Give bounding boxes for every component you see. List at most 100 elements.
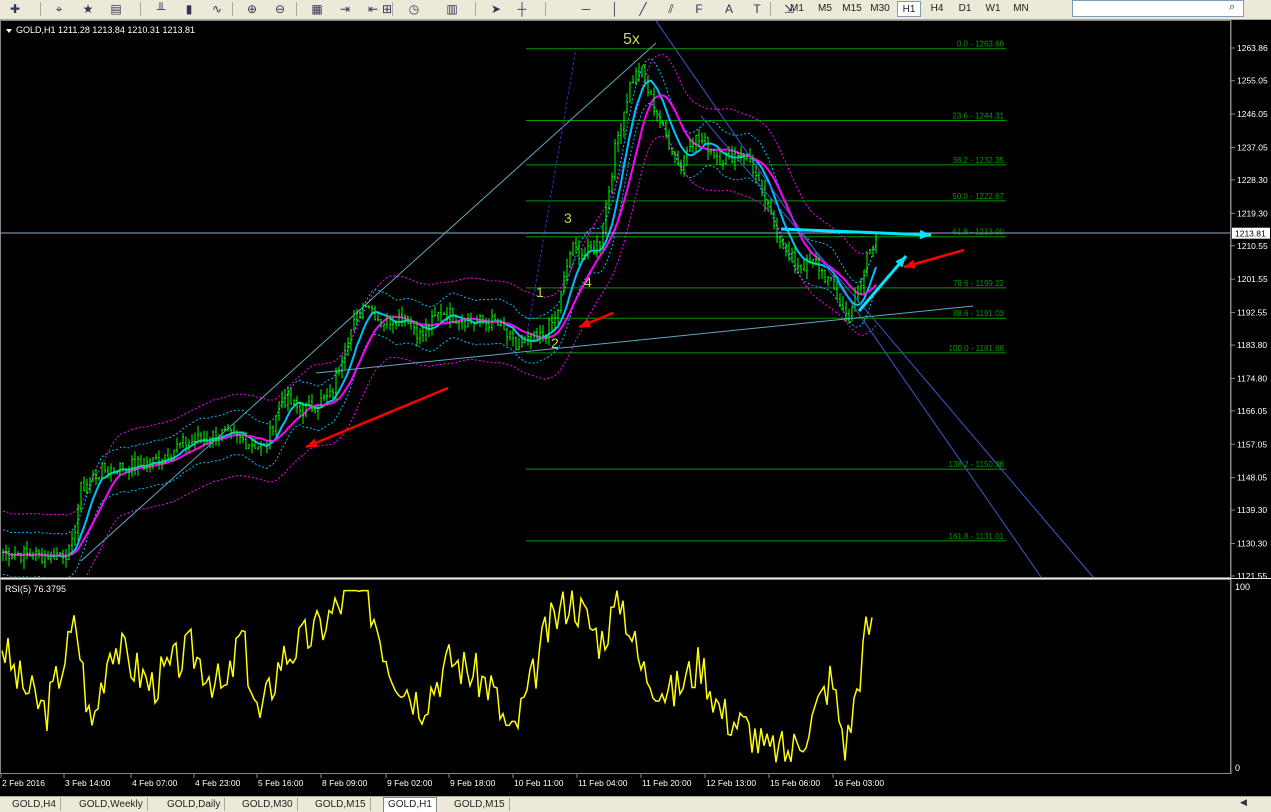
channel-line-1 (655, 21, 1042, 577)
autoscroll-icon[interactable]: ⇥ (336, 1, 354, 17)
rsi-canvas: RSI(5) 76.3795 (1, 584, 873, 763)
timeframe-d1[interactable]: D1 (953, 1, 977, 17)
timeframe-m30[interactable]: M30 (868, 1, 892, 17)
book-icon[interactable]: ▤ (107, 1, 125, 17)
channel-icon[interactable]: ⫽ (662, 1, 680, 17)
fib-level-label: 38.2 - 1232.35 (952, 156, 1004, 165)
search-input[interactable] (1072, 0, 1244, 17)
fib-level-label: 78.6 - 1199.22 (953, 279, 1005, 288)
red-arrow-1-head (306, 438, 318, 448)
cyan-arrow-1-head (919, 229, 931, 240)
price-label: 1121.55 (1237, 571, 1267, 578)
search-icon[interactable]: ⌕ (1229, 1, 1235, 14)
new-order-icon[interactable]: ✚ (6, 1, 24, 17)
timeframe-m15[interactable]: M15 (840, 1, 864, 17)
fib-level-label: 88.6 - 1191.03 (953, 309, 1005, 318)
chart-tab[interactable]: GOLD,M15 (450, 798, 510, 811)
price-label: 1219.30 (1237, 208, 1268, 218)
time-label: 9 Feb 02:00 (387, 778, 433, 788)
timeframe-h1[interactable]: H1 (897, 1, 921, 17)
price-label: 1263.86 (1237, 43, 1268, 53)
timeframe-w1[interactable]: W1 (981, 1, 1005, 17)
tile-icon[interactable]: ▦ (308, 1, 326, 17)
template-icon[interactable]: ▥ (443, 1, 461, 17)
crosshair-icon[interactable]: ⌖ (50, 1, 68, 17)
time-label: 11 Feb 04:00 (578, 778, 628, 788)
trendline-up (80, 42, 657, 562)
bollinger-band-lower-slow (85, 135, 877, 577)
price-chart[interactable]: GOLD,H1 1211.28 1213.84 1210.31 1213.81 … (0, 20, 1231, 578)
wave-label: 2 (551, 335, 559, 351)
chart-tab[interactable]: GOLD,H4 (8, 798, 61, 811)
rsi-indicator-window[interactable]: RSI(5) 76.3795 (0, 579, 1231, 774)
price-label: 1237.05 (1237, 142, 1268, 152)
price-label: 1130.30 (1237, 539, 1267, 549)
price-label: 1148.05 (1237, 473, 1267, 483)
tabs-scroll-arrow-icon[interactable]: ◀ (1240, 797, 1250, 809)
fib-level-label: 100.0 - 1181.68 (949, 344, 1005, 353)
toolbar: ✚ ⌖ ★ ▤ ╨ ▮ ∿ ⊕ ⊖ ▦ ⇥ ⇤ ⊞ ◷ ▥ ➤ ┼ ─ │ ╱ ⫽ F A T ⇲ M1 M5 M15 M30 H1 H4… (0, 0, 1271, 20)
indicators-icon[interactable]: ⊞ (378, 1, 396, 17)
candle-chart-icon[interactable]: ▮ (180, 1, 198, 17)
bollinger-band-upper-fast (2, 57, 877, 535)
price-label: 1255.05 (1237, 76, 1268, 86)
zoom-out-icon[interactable]: ⊖ (271, 1, 289, 17)
price-label: 1157.05 (1237, 439, 1267, 449)
price-label: 1139.30 (1237, 505, 1267, 515)
price-label: 1246.05 (1237, 109, 1268, 119)
chart-header: GOLD,H1 1211.28 1213.84 1210.31 1213.81 (16, 25, 195, 35)
timeframe-m5[interactable]: M5 (813, 1, 837, 17)
time-label: 5 Feb 16:00 (258, 778, 304, 788)
fib-level-label: 50.0 - 1222.67 (952, 192, 1004, 201)
timeframe-h4[interactable]: H4 (925, 1, 949, 17)
time-label: 2 Feb 2016 (2, 778, 45, 788)
wave-label: 4 (584, 274, 592, 290)
price-label: 1192.55 (1237, 308, 1267, 318)
rsi-scale-top: 100 (1235, 582, 1250, 592)
time-label: 15 Feb 06:00 (770, 778, 820, 788)
text-icon[interactable]: A (720, 1, 738, 17)
favorites-icon[interactable]: ★ (79, 1, 97, 17)
red-arrow-2-head (579, 318, 591, 328)
fib-level-label: 0.0 - 1263.66 (957, 40, 1005, 49)
bollinger-band-upper-slow (2, 53, 877, 516)
trendline-icon[interactable]: ╱ (634, 1, 652, 17)
price-label: 1183.80 (1237, 340, 1267, 350)
time-axis: 2 Feb 2016 3 Feb 14:00 4 Feb 07:00 4 Feb 23… (0, 774, 1271, 796)
timeframe-mn[interactable]: MN (1009, 1, 1033, 17)
chart-tab[interactable]: GOLD,M30 (238, 798, 298, 811)
bar-chart-icon[interactable]: ╨ (152, 1, 170, 17)
time-label: 4 Feb 23:00 (195, 778, 241, 788)
label-icon[interactable]: T (748, 1, 766, 17)
hline-icon[interactable]: ─ (577, 1, 595, 17)
price-label: 1174.80 (1237, 373, 1267, 383)
price-scale[interactable]: 1263.86 1255.05 1246.05 1237.05 1228.30 1219.… (1231, 20, 1271, 578)
current-price-label: 1213.81 (1235, 229, 1266, 239)
zoom-in-icon[interactable]: ⊕ (243, 1, 261, 17)
price-label: 1166.05 (1237, 406, 1267, 416)
fib-level-label: 23.6 - 1244.31 (952, 112, 1004, 121)
red-arrow-3-head (904, 259, 916, 269)
chart-tab[interactable]: GOLD,Weekly (75, 798, 148, 811)
line-chart-icon[interactable]: ∿ (208, 1, 226, 17)
vline-icon[interactable]: │ (606, 1, 624, 17)
fibo-icon[interactable]: F (690, 1, 708, 17)
chart-tabs: GOLD,H4 GOLD,Weekly GOLD,Daily GOLD,M30 GOLD… (0, 796, 1271, 812)
moving-average-slow (2, 94, 877, 557)
time-label: 16 Feb 03:00 (834, 778, 884, 788)
rsi-line (1, 589, 873, 763)
chart-menu-icon[interactable] (6, 29, 12, 33)
time-label: 9 Feb 18:00 (450, 778, 496, 788)
time-label: 3 Feb 14:00 (65, 778, 111, 788)
chart-tab[interactable]: GOLD,M15 (311, 798, 371, 811)
timeframe-m1[interactable]: M1 (785, 1, 809, 17)
wave-label: 3 (564, 210, 572, 226)
chart-tab[interactable]: GOLD,Daily (163, 798, 226, 811)
time-label: 4 Feb 07:00 (132, 778, 178, 788)
cross-icon[interactable]: ┼ (513, 1, 531, 17)
cursor-icon[interactable]: ➤ (487, 1, 505, 17)
rsi-scale-bottom: 0 (1235, 763, 1240, 773)
clock-icon[interactable]: ◷ (405, 1, 423, 17)
bollinger-band-lower-fast (2, 102, 877, 577)
time-label: 12 Feb 13:00 (706, 778, 756, 788)
